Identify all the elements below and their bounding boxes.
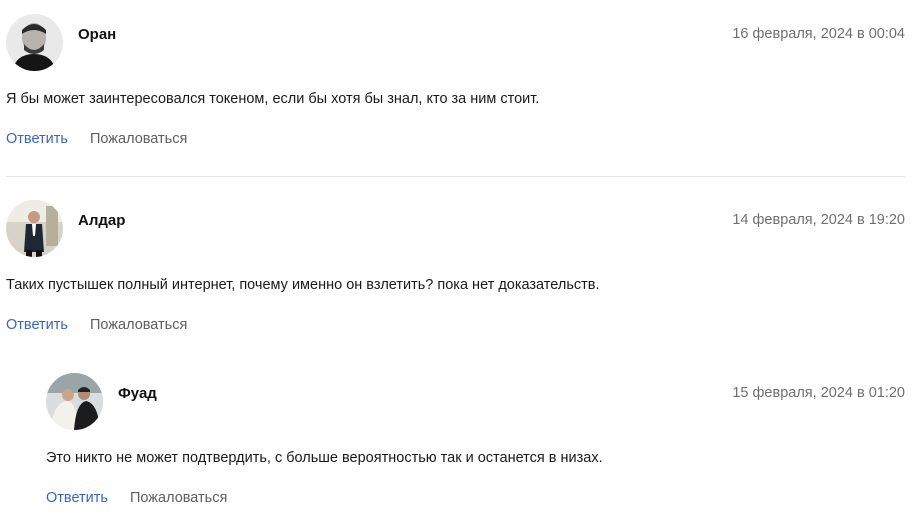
comment-text: Я бы может заинтересовался токеном, если… <box>6 91 540 107</box>
user-avatar[interactable] <box>6 14 63 71</box>
comment-divider <box>6 176 905 177</box>
avatar-photo-icon <box>6 200 63 257</box>
reply-link[interactable]: Ответить <box>46 490 108 506</box>
comment-item: Алдар 14 февраля, 2024 в 19:20 Таких пус… <box>6 200 905 333</box>
avatar-photo-icon <box>46 373 103 430</box>
reply-link[interactable]: Ответить <box>6 317 68 333</box>
reply-link[interactable]: Ответить <box>6 131 68 147</box>
comment-header: Алдар 14 февраля, 2024 в 19:20 <box>6 200 905 258</box>
comment-author: Оран <box>78 26 117 43</box>
comment-date: 16 февраля, 2024 в 00:04 <box>732 26 905 42</box>
comment-date: 15 февраля, 2024 в 01:20 <box>732 385 905 401</box>
comment-text: Таких пустышек полный интернет, почему и… <box>6 277 600 293</box>
comment-header: Фуад 15 февраля, 2024 в 01:20 <box>46 373 905 431</box>
comment-item: Оран 16 февраля, 2024 в 00:04 Я бы может… <box>6 14 905 147</box>
comment-actions: Ответить Пожаловаться <box>6 131 187 147</box>
user-avatar[interactable] <box>6 200 63 257</box>
report-link[interactable]: Пожаловаться <box>90 131 187 147</box>
comment-text: Это никто не может подтвердить, с больше… <box>46 450 603 466</box>
comment-author: Фуад <box>118 385 157 402</box>
report-link[interactable]: Пожаловаться <box>130 490 227 506</box>
comment-author: Алдар <box>78 212 126 229</box>
avatar-photo-icon <box>6 14 63 71</box>
comment-reply-item: Фуад 15 февраля, 2024 в 01:20 Это никто … <box>46 373 905 506</box>
comment-actions: Ответить Пожаловаться <box>46 490 227 506</box>
user-avatar[interactable] <box>46 373 103 430</box>
report-link[interactable]: Пожаловаться <box>90 317 187 333</box>
comment-date: 14 февраля, 2024 в 19:20 <box>732 212 905 228</box>
comment-header: Оран 16 февраля, 2024 в 00:04 <box>6 14 905 72</box>
comment-actions: Ответить Пожаловаться <box>6 317 187 333</box>
